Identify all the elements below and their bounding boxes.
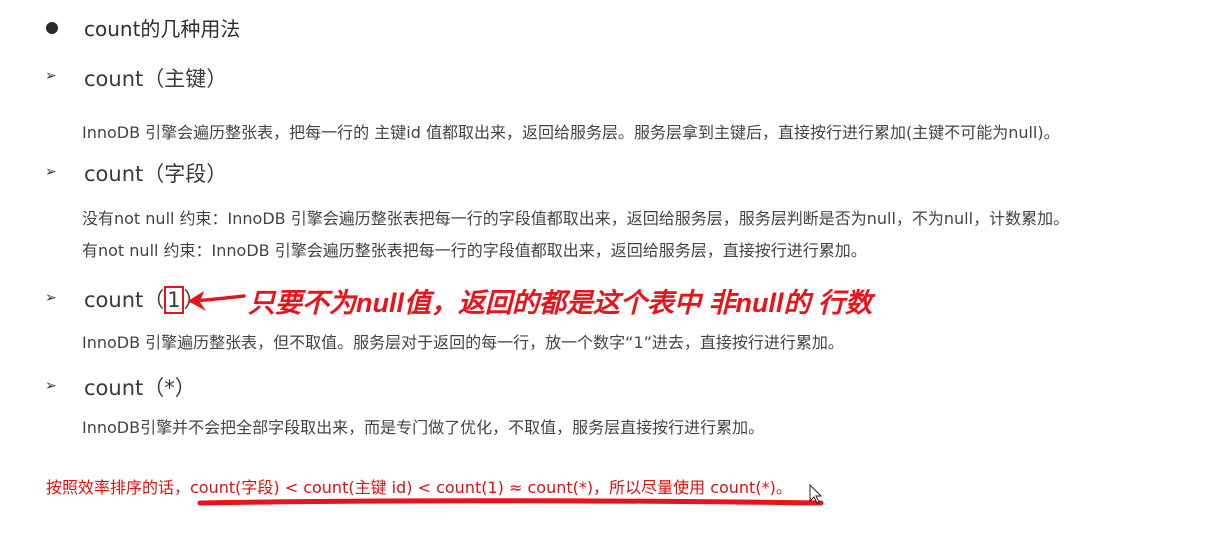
annotation-overlay xyxy=(188,291,824,506)
annotation-arrow-icon xyxy=(188,291,246,311)
mouse-cursor-icon xyxy=(809,483,823,504)
summary-underline xyxy=(197,498,824,506)
